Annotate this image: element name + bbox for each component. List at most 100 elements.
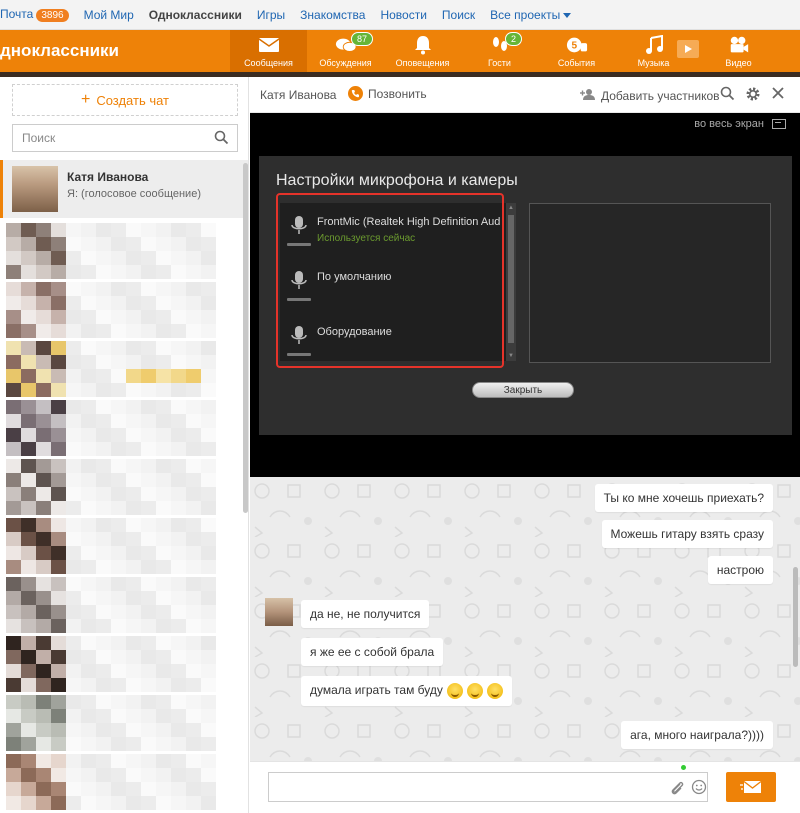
close-settings-button[interactable]: Закрыть	[472, 382, 574, 398]
portal-link-games[interactable]: Игры	[257, 8, 285, 22]
pixelated-block	[96, 532, 111, 546]
portal-link-news[interactable]: Новости	[380, 8, 426, 22]
pixelated-block	[156, 796, 171, 810]
create-chat-button[interactable]: + Создать чат	[12, 84, 238, 116]
pixelated-block	[111, 369, 126, 383]
pixelated-block	[201, 723, 216, 737]
pixelated-block	[96, 237, 111, 251]
portal-link-odnoklassniki[interactable]: Одноклассники	[149, 8, 242, 22]
pixelated-block	[111, 709, 126, 723]
gear-icon[interactable]	[745, 86, 761, 105]
scroll-down-icon[interactable]: ▼	[508, 353, 514, 359]
pixelated-block	[21, 324, 36, 338]
pixelated-block	[156, 591, 171, 605]
search-icon[interactable]	[720, 86, 735, 104]
pixelated-block	[201, 546, 216, 560]
pixelated-block	[36, 341, 51, 355]
fullscreen-button[interactable]: во весь экран	[694, 118, 786, 130]
pixelated-block	[96, 619, 111, 633]
pixelated-block	[81, 310, 96, 324]
nav-item-discussions[interactable]: 87 Обсуждения	[307, 30, 384, 72]
pixelated-block	[6, 355, 21, 369]
site-logo[interactable]: дноклассники	[0, 30, 230, 72]
portal-link-mail[interactable]: Почта 3896	[0, 7, 69, 22]
portal-link-search[interactable]: Поиск	[442, 8, 475, 22]
message-bubble-outgoing: Ты ко мне хочешь приехать?	[594, 484, 773, 512]
search-input[interactable]	[13, 125, 203, 151]
pixelated-block	[66, 265, 81, 279]
chat-list-item[interactable]	[6, 577, 242, 635]
pixelated-block	[111, 251, 126, 265]
pixelated-block	[6, 754, 21, 768]
pixelated-block	[6, 442, 21, 456]
search-icon[interactable]	[214, 130, 229, 148]
pixelated-block	[186, 341, 201, 355]
nav-item-label: Гости	[488, 58, 511, 68]
pixelated-block	[21, 518, 36, 532]
pixelated-block	[36, 324, 51, 338]
pixelated-block	[186, 265, 201, 279]
pixelated-block	[6, 636, 21, 650]
chat-list-item[interactable]	[6, 282, 242, 340]
portal-link-all-projects[interactable]: Все проекты	[490, 8, 572, 22]
chat-list-item[interactable]	[6, 459, 242, 517]
pixelated-block	[111, 518, 126, 532]
pixelated-block	[111, 487, 126, 501]
pixelated-block	[66, 501, 81, 515]
messages-scrollbar[interactable]	[793, 567, 798, 667]
add-participants-button[interactable]: Добавить участников	[580, 88, 720, 104]
paperclip-icon[interactable]	[670, 780, 684, 799]
pixelated-block	[171, 414, 186, 428]
chat-list-item-active[interactable]: Катя Иванова Я: (голосовое сообщение)	[0, 160, 248, 218]
device-list-scrollbar[interactable]: ▲ ▼	[506, 203, 516, 361]
chat-list-item[interactable]	[6, 518, 242, 576]
chat-list-item[interactable]	[6, 695, 242, 753]
chat-list-item[interactable]	[6, 754, 242, 812]
send-button[interactable]	[726, 772, 776, 802]
nav-item-video[interactable]: Видео	[700, 30, 777, 72]
nav-item-messages[interactable]: Сообщения	[230, 30, 307, 72]
pixelated-block	[66, 650, 81, 664]
portal-link-my-world[interactable]: Мой Мир	[84, 8, 134, 22]
portal-link-dating[interactable]: Знакомства	[300, 8, 365, 22]
message-input[interactable]	[269, 773, 659, 801]
pixelated-block	[6, 709, 21, 723]
pixelated-block	[201, 341, 216, 355]
nav-item-events[interactable]: 5 События	[538, 30, 615, 72]
pixelated-block	[21, 501, 36, 515]
pixelated-block	[186, 296, 201, 310]
nav-item-label: События	[557, 58, 596, 68]
pixelated-block	[36, 501, 51, 515]
pixelated-block	[96, 737, 111, 751]
fullscreen-icon	[772, 119, 786, 129]
chat-list-item[interactable]	[6, 341, 242, 399]
pixelated-block	[36, 768, 51, 782]
call-button[interactable]: Позвонить	[348, 86, 427, 101]
pixelated-block	[6, 265, 21, 279]
nav-item-notifications[interactable]: Оповещения	[384, 30, 461, 72]
chat-list-item[interactable]	[6, 400, 242, 458]
pixelated-block	[171, 560, 186, 574]
pixelated-block	[21, 709, 36, 723]
pixelated-block	[96, 473, 111, 487]
scroll-up-icon[interactable]: ▲	[508, 205, 514, 211]
avatar[interactable]	[265, 598, 293, 626]
scroll-thumb[interactable]	[508, 215, 514, 343]
message-bubble-outgoing: ага, много наиграла?))))	[621, 721, 773, 749]
nav-item-guests[interactable]: 2 Гости	[461, 30, 538, 72]
chat-list-item[interactable]	[6, 636, 242, 694]
sidebar-scrollbar[interactable]	[243, 163, 248, 513]
pixelated-block	[201, 782, 216, 796]
nav-item-music[interactable]: Музыка	[615, 30, 699, 72]
smiley-icon[interactable]	[691, 779, 707, 798]
pixelated-block	[111, 560, 126, 574]
chat-list-item[interactable]	[6, 223, 242, 281]
pixelated-block	[36, 723, 51, 737]
close-icon[interactable]	[771, 86, 785, 103]
pixelated-block	[171, 782, 186, 796]
pixelated-block	[186, 282, 201, 296]
pixelated-block	[201, 223, 216, 237]
pixelated-block	[111, 532, 126, 546]
pixelated-block	[21, 265, 36, 279]
pixelated-block	[111, 546, 126, 560]
